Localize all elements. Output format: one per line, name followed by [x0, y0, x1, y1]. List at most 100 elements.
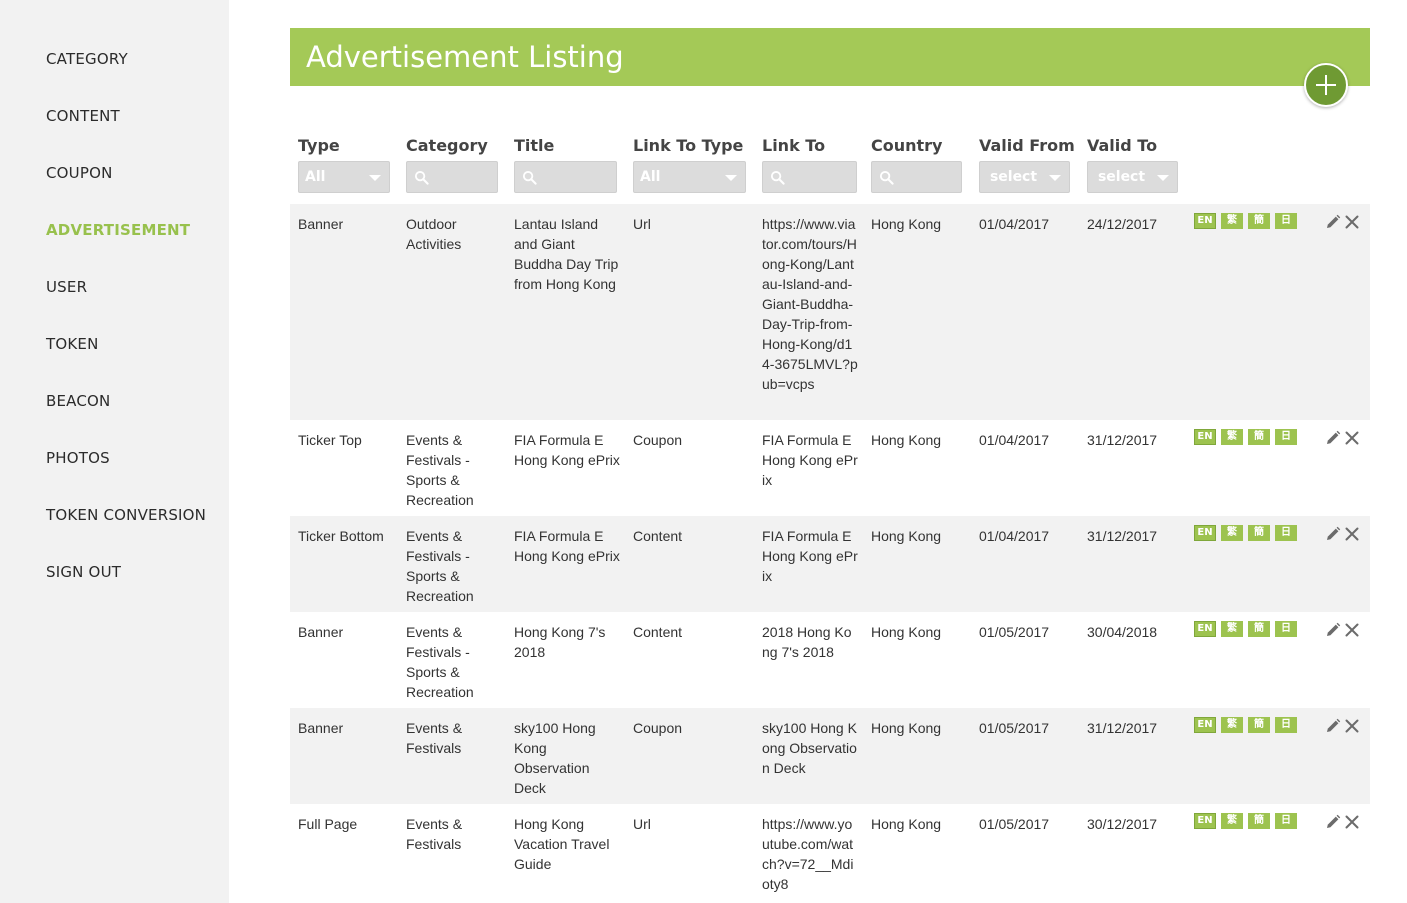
language-traditional-chinese-button[interactable]: 繁 — [1221, 525, 1243, 541]
pencil-icon[interactable] — [1325, 718, 1341, 734]
language-traditional-chinese-button[interactable]: 繁 — [1221, 621, 1243, 637]
cell-valid-to: 24/12/2017 — [1087, 216, 1158, 232]
cell-title: FIA Formula E Hong Kong ePrix — [514, 528, 620, 564]
page-header: Advertisement Listing — [290, 28, 1370, 86]
cell-category: Outdoor Activities — [406, 216, 462, 252]
sidebar-item-content[interactable]: CONTENT — [46, 107, 120, 125]
link-to-type-filter-select[interactable]: All — [633, 161, 746, 193]
cell-valid-to: 30/12/2017 — [1087, 816, 1158, 832]
column-header-link-to-type[interactable]: Link To Type — [633, 136, 743, 155]
language-japanese-button[interactable]: 日 — [1275, 717, 1297, 733]
cell-valid-from: 01/04/2017 — [979, 216, 1050, 232]
cell-category: Events & Festivals - Sports & Recreation — [406, 528, 474, 604]
language-simplified-chinese-button[interactable]: 簡 — [1248, 717, 1270, 733]
close-icon[interactable] — [1345, 815, 1359, 829]
language-traditional-chinese-button[interactable]: 繁 — [1221, 813, 1243, 829]
cell-link-to-type: Coupon — [633, 720, 683, 736]
cell-type: Banner — [298, 720, 344, 736]
chevron-down-icon — [1157, 175, 1169, 181]
column-header-valid-from[interactable]: Valid From — [979, 136, 1075, 155]
table-row: Ticker Bottom Events & Festivals - Sport… — [290, 516, 1370, 612]
cell-link-to-type: Coupon — [633, 432, 683, 448]
link-to-search-input[interactable] — [762, 161, 857, 193]
language-japanese-button[interactable]: 日 — [1275, 213, 1297, 229]
cell-type: Full Page — [298, 816, 358, 832]
language-en-button[interactable]: EN — [1194, 429, 1216, 445]
cell-type: Ticker Top — [298, 432, 362, 448]
pencil-icon[interactable] — [1325, 214, 1341, 230]
country-search-input[interactable] — [871, 161, 962, 193]
column-header-title[interactable]: Title — [514, 136, 554, 155]
language-traditional-chinese-button[interactable]: 繁 — [1221, 429, 1243, 445]
language-simplified-chinese-button[interactable]: 簡 — [1248, 429, 1270, 445]
pencil-icon[interactable] — [1325, 814, 1341, 830]
cell-type: Ticker Bottom — [298, 528, 384, 544]
cell-category: Events & Festivals - Sports & Recreation — [406, 432, 474, 508]
cell-category: Events & Festivals - Sports & Recreation — [406, 624, 474, 700]
sidebar-item-sign-out[interactable]: SIGN OUT — [46, 563, 121, 581]
pencil-icon[interactable] — [1325, 622, 1341, 638]
language-japanese-button[interactable]: 日 — [1275, 813, 1297, 829]
language-en-button[interactable]: EN — [1194, 213, 1216, 229]
title-search-input[interactable] — [514, 161, 617, 193]
language-simplified-chinese-button[interactable]: 簡 — [1248, 621, 1270, 637]
language-traditional-chinese-button[interactable]: 繁 — [1221, 213, 1243, 229]
sidebar: CATEGORY CONTENT COUPON ADVERTISEMENT US… — [0, 0, 229, 903]
pencil-icon[interactable] — [1325, 526, 1341, 542]
table-row: Banner Events & Festivals - Sports & Rec… — [290, 612, 1370, 708]
cell-category: Events & Festivals — [406, 816, 463, 852]
sidebar-item-category[interactable]: CATEGORY — [46, 50, 128, 68]
language-en-button[interactable]: EN — [1194, 525, 1216, 541]
sidebar-item-advertisement[interactable]: ADVERTISEMENT — [46, 221, 190, 239]
language-en-button[interactable]: EN — [1194, 813, 1216, 829]
cell-country: Hong Kong — [871, 624, 942, 640]
chevron-down-icon — [369, 175, 381, 181]
sidebar-item-photos[interactable]: PHOTOS — [46, 449, 110, 467]
column-header-category[interactable]: Category — [406, 136, 488, 155]
cell-valid-to: 30/04/2018 — [1087, 624, 1158, 640]
table-row: Ticker Top Events & Festivals - Sports &… — [290, 420, 1370, 516]
cell-country: Hong Kong — [871, 816, 942, 832]
language-japanese-button[interactable]: 日 — [1275, 525, 1297, 541]
language-simplified-chinese-button[interactable]: 簡 — [1248, 813, 1270, 829]
category-search-input[interactable] — [406, 161, 498, 193]
cell-type: Banner — [298, 216, 344, 232]
type-filter-select[interactable]: All — [298, 161, 390, 193]
close-icon[interactable] — [1345, 527, 1359, 541]
cell-link-to: FIA Formula E Hong Kong ePrix — [762, 432, 858, 488]
sidebar-item-beacon[interactable]: BEACON — [46, 392, 110, 410]
valid-to-filter-select[interactable]: select — [1087, 161, 1178, 193]
pencil-icon[interactable] — [1325, 430, 1341, 446]
language-japanese-button[interactable]: 日 — [1275, 429, 1297, 445]
sidebar-item-user[interactable]: USER — [46, 278, 87, 296]
column-header-country[interactable]: Country — [871, 136, 942, 155]
cell-valid-from: 01/04/2017 — [979, 432, 1050, 448]
valid-from-filter-select[interactable]: select — [979, 161, 1070, 193]
column-header-type[interactable]: Type — [298, 136, 340, 155]
language-en-button[interactable]: EN — [1194, 621, 1216, 637]
close-icon[interactable] — [1345, 719, 1359, 733]
table-row: Banner Events & Festivals sky100 Hong Ko… — [290, 708, 1370, 804]
cell-valid-to: 31/12/2017 — [1087, 720, 1158, 736]
sidebar-item-coupon[interactable]: COUPON — [46, 164, 113, 182]
language-en-button[interactable]: EN — [1194, 717, 1216, 733]
language-buttons: EN 繁簡日 — [1194, 717, 1302, 735]
close-icon[interactable] — [1345, 431, 1359, 445]
close-icon[interactable] — [1345, 215, 1359, 229]
language-simplified-chinese-button[interactable]: 簡 — [1248, 213, 1270, 229]
language-japanese-button[interactable]: 日 — [1275, 621, 1297, 637]
close-icon[interactable] — [1345, 623, 1359, 637]
sidebar-item-token[interactable]: TOKEN — [46, 335, 99, 353]
cell-valid-from: 01/05/2017 — [979, 720, 1050, 736]
table-row: Full Page Events & Festivals Hong Kong V… — [290, 804, 1370, 900]
cell-link-to-type: Url — [633, 216, 651, 232]
column-header-valid-to[interactable]: Valid To — [1087, 136, 1157, 155]
cell-link-to-type: Url — [633, 816, 651, 832]
cell-country: Hong Kong — [871, 216, 942, 232]
language-simplified-chinese-button[interactable]: 簡 — [1248, 525, 1270, 541]
sidebar-item-token-conversion[interactable]: TOKEN CONVERSION — [46, 506, 206, 524]
search-icon — [770, 170, 785, 185]
column-header-link-to[interactable]: Link To — [762, 136, 825, 155]
add-advertisement-button[interactable] — [1304, 63, 1348, 107]
language-traditional-chinese-button[interactable]: 繁 — [1221, 717, 1243, 733]
